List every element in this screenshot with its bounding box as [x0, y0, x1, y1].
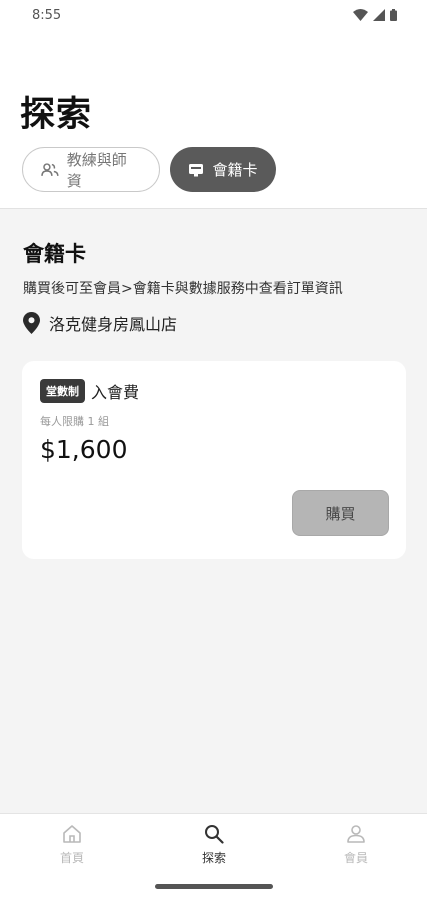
tab-coaches[interactable]: 教練與師資	[22, 147, 160, 192]
home-indicator[interactable]	[155, 884, 273, 889]
status-bar: 8:55	[0, 0, 427, 30]
status-icons	[353, 9, 397, 21]
location-pin-icon	[23, 312, 40, 334]
header-area: 探索 教練與師資 會籍卡	[0, 30, 427, 209]
tab-bar: 教練與師資 會籍卡	[22, 147, 276, 192]
battery-icon	[390, 9, 397, 21]
tab-coaches-label: 教練與師資	[66, 150, 127, 190]
explore-screen: 8:55 探索 教練與師資 會籍卡 會籍卡 購買後可至會員>會籍卡與數據服務中查…	[0, 0, 427, 900]
nav-item-explore[interactable]: 探索	[174, 824, 254, 866]
nav-item-explore-label: 探索	[201, 851, 226, 865]
page-title: 探索	[20, 95, 93, 135]
nav-item-home[interactable]: 首頁	[32, 824, 112, 866]
purchase-limit: 每人限購 1 組	[40, 415, 109, 428]
home-icon	[63, 825, 81, 843]
plan-type-badge: 堂數制	[40, 379, 85, 403]
person-icon	[347, 825, 365, 843]
nav-item-member-label: 會員	[343, 851, 368, 865]
nav-item-member[interactable]: 會員	[316, 824, 396, 866]
signal-icon	[373, 9, 385, 21]
nav-item-home-label: 首頁	[59, 851, 84, 865]
location: 洛克健身房鳳山店	[23, 311, 177, 335]
tab-membership-card[interactable]: 會籍卡	[170, 147, 276, 192]
card-header: 堂數制 入會費	[40, 379, 139, 403]
people-icon	[41, 162, 59, 176]
section-title: 會籍卡	[23, 242, 86, 266]
status-time: 8:55	[32, 7, 62, 23]
section-description: 購買後可至會員>會籍卡與數據服務中查看訂單資訊	[23, 281, 343, 297]
membership-product-card: 堂數制 入會費 每人限購 1 組 $1,600 購買	[22, 361, 406, 559]
location-name: 洛克健身房鳳山店	[49, 315, 178, 334]
product-price: $1,600	[40, 435, 128, 464]
buy-button[interactable]: 購買	[292, 490, 389, 536]
tab-membership-card-label: 會籍卡	[212, 161, 258, 179]
wifi-icon	[353, 9, 368, 21]
search-icon	[205, 825, 224, 844]
card-icon	[189, 163, 204, 176]
product-name: 入會費	[91, 383, 140, 402]
